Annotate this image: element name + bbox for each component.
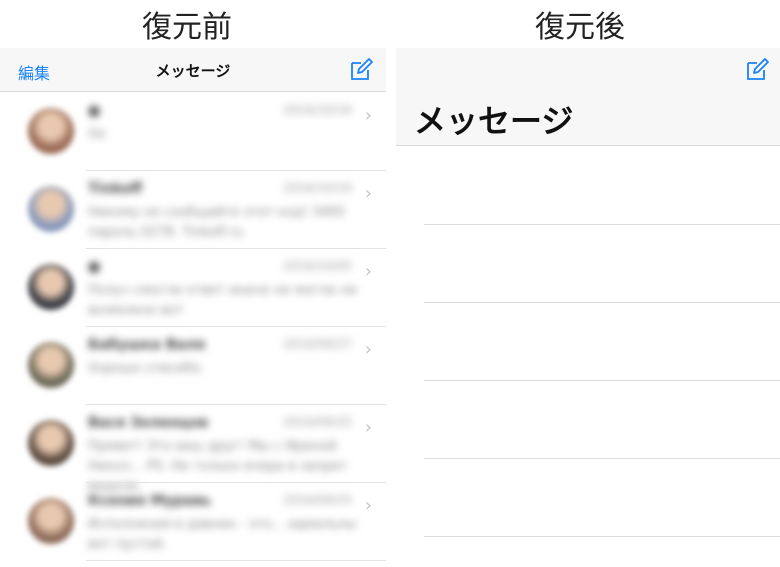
message-date: 2016/09/27: [282, 337, 352, 351]
caption-after: 復元後: [535, 10, 625, 45]
avatar: [28, 186, 74, 232]
contact-name: ●: [88, 259, 101, 275]
page-title: メッセージ: [414, 102, 574, 140]
message-preview: Хорошо спасибо.: [88, 361, 205, 376]
conversation-list: ● 2016/10/16 Ок › Tinkoff 2016/10/16 Никому не…: [0, 93, 386, 561]
list-item[interactable]: ● 2016/10/16 Ок ›: [0, 93, 386, 171]
list-item[interactable]: Бабушка Валя 2016/09/27 Хорошо спасибо. ›: [0, 327, 386, 405]
chevron-right-icon: ›: [364, 105, 372, 126]
compose-icon[interactable]: [744, 57, 770, 83]
empty-list-item: [396, 225, 780, 303]
row-divider: [424, 536, 780, 537]
messages-screen-after: メッセージ: [396, 48, 780, 567]
list-item[interactable]: Ксения Муравь 2016/09/25 Исполнения в давн…: [0, 483, 386, 561]
chevron-right-icon: ›: [364, 495, 372, 516]
chevron-right-icon: ›: [364, 339, 372, 360]
large-title-header: メッセージ: [396, 48, 780, 146]
avatar: [28, 264, 74, 310]
contact-name: ●: [88, 103, 101, 119]
contact-name: Вася Зеленцов: [88, 415, 208, 431]
message-date: 2016/09/25: [282, 415, 352, 429]
message-preview: Получ смогли ответ иначе не могли ли воз…: [88, 283, 357, 318]
empty-list-item: [396, 459, 780, 537]
avatar: [28, 498, 74, 544]
contact-name: Ксения Муравь: [88, 493, 211, 509]
contact-name: Бабушка Валя: [88, 337, 206, 353]
avatar: [28, 420, 74, 466]
page-title: メッセージ: [155, 62, 231, 80]
message-preview: Никому не сообщайте этот код! 3465 парол…: [88, 205, 346, 240]
empty-list-item: [396, 381, 780, 459]
avatar: [28, 342, 74, 388]
message-preview: Ок: [88, 127, 107, 142]
caption-before: 復元前: [142, 10, 232, 45]
compose-icon[interactable]: [348, 57, 374, 83]
navigation-bar: 編集 メッセージ: [0, 48, 386, 92]
chevron-right-icon: ›: [364, 261, 372, 282]
message-preview: Исполнения в давних - это... идеальны во…: [88, 517, 357, 552]
list-item[interactable]: Вася Зеленцов 2016/09/25 Привет! Это ваш д…: [0, 405, 386, 494]
panel-separator: [386, 48, 396, 567]
list-item[interactable]: ● 2016/10/05 Получ смогли ответ иначе не м…: [0, 249, 386, 327]
avatar: [28, 108, 74, 154]
message-date: 2016/09/25: [282, 493, 352, 507]
empty-conversation-list: [396, 147, 780, 537]
chevron-right-icon: ›: [364, 183, 372, 204]
empty-list-item: [396, 303, 780, 381]
message-date: 2016/10/05: [282, 259, 352, 273]
chevron-right-icon: ›: [364, 417, 372, 438]
message-date: 2016/10/16: [282, 181, 352, 195]
empty-list-item: [396, 147, 780, 225]
contact-name: Tinkoff: [88, 181, 143, 197]
list-item[interactable]: Tinkoff 2016/10/16 Никому не сообщайте это…: [0, 171, 386, 249]
message-date: 2016/10/16: [282, 103, 352, 117]
row-divider: [86, 560, 386, 561]
messages-screen-before: 編集 メッセージ ● 2016/10/16 Ок › Tinkoff 2016/10/16…: [0, 48, 386, 567]
